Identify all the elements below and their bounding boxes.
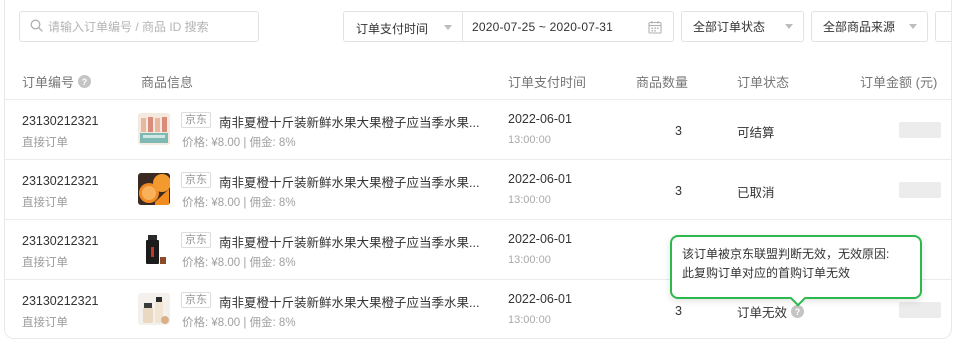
pay-date: 2022-06-01 — [508, 292, 572, 306]
pay-time: 13:00:00 — [508, 254, 551, 266]
date-type-select[interactable]: 订单支付时间 — [356, 20, 428, 37]
source-tag: 京东 — [181, 112, 211, 128]
divider — [462, 12, 463, 41]
product-name[interactable]: 南非夏橙十斤装新鲜水果大果橙子应当季水果... — [219, 172, 479, 191]
product-thumbnail[interactable] — [138, 173, 170, 205]
pay-time: 13:00:00 — [508, 194, 551, 206]
date-range-picker[interactable]: 2020-07-25 ~ 2020-07-31 — [472, 20, 613, 34]
header-amount: 订单金额 (元) — [860, 75, 938, 90]
table-row[interactable]: 23130212321 直接订单 京东 南非夏橙十斤装新鲜水果大果橙子应当季水果… — [5, 100, 951, 160]
pay-date: 2022-06-01 — [508, 112, 572, 126]
order-number[interactable]: 23130212321 — [22, 114, 98, 128]
order-status: 可结算 — [737, 122, 775, 141]
tooltip-line: 该订单被京东联盟判断无效，无效原因: — [682, 247, 890, 261]
order-status: 已取消 — [737, 182, 775, 201]
amount-placeholder — [899, 302, 941, 318]
order-status: 订单无效 ? — [737, 302, 805, 321]
header-quantity: 商品数量 — [636, 75, 689, 90]
search-box[interactable] — [19, 11, 259, 42]
tooltip-line: 此复购订单对应的首购订单无效 — [682, 266, 851, 280]
order-type: 直接订单 — [22, 137, 68, 149]
order-type: 直接订单 — [22, 257, 68, 269]
more-filter-select[interactable] — [935, 11, 951, 42]
order-status-label: 已取消 — [737, 186, 775, 200]
order-status-select[interactable]: 全部订单状态 — [681, 11, 804, 42]
question-icon[interactable]: ? — [78, 75, 92, 88]
quantity: 3 — [675, 124, 682, 138]
calendar-icon[interactable] — [648, 20, 662, 37]
header-order-no-label: 订单编号 — [22, 75, 75, 90]
date-filter: 订单支付时间 2020-07-25 ~ 2020-07-31 — [343, 11, 674, 42]
order-number[interactable]: 23130212321 — [22, 234, 98, 248]
chevron-down-icon — [785, 24, 793, 29]
product-thumbnail[interactable] — [138, 113, 170, 145]
pay-time: 13:00:00 — [508, 134, 551, 146]
header-product-info: 商品信息 — [141, 75, 194, 90]
filter-bar: 订单支付时间 2020-07-25 ~ 2020-07-31 全部订单状态 全部… — [5, 11, 951, 42]
header-status: 订单状态 — [737, 75, 790, 90]
search-icon — [30, 19, 43, 35]
product-name[interactable]: 南非夏橙十斤装新鲜水果大果橙子应当季水果... — [219, 112, 479, 131]
product-price-commission: 价格: ¥8.00 | 佣金: 8% — [182, 197, 296, 209]
source-tag: 京东 — [181, 232, 211, 248]
source-tag: 京东 — [181, 292, 211, 308]
order-status-label: 可结算 — [737, 126, 775, 140]
order-type: 直接订单 — [22, 317, 68, 329]
order-number[interactable]: 23130212321 — [22, 294, 98, 308]
invalid-reason-tooltip: 该订单被京东联盟判断无效，无效原因: 此复购订单对应的首购订单无效 — [670, 235, 922, 307]
order-number[interactable]: 23130212321 — [22, 174, 98, 188]
product-source-select[interactable]: 全部商品来源 — [811, 11, 928, 42]
order-status-label: 订单无效 — [737, 306, 788, 320]
search-input[interactable] — [48, 19, 248, 34]
header-order-no: 订单编号 ? — [22, 72, 92, 91]
product-source-select-label: 全部商品来源 — [823, 20, 896, 34]
product-price-commission: 价格: ¥8.00 | 佣金: 8% — [182, 257, 296, 269]
product-thumbnail[interactable] — [138, 293, 170, 325]
header-pay-time: 订单支付时间 — [508, 75, 587, 90]
pay-date: 2022-06-01 — [508, 172, 572, 186]
chevron-down-icon[interactable] — [444, 25, 452, 30]
product-name[interactable]: 南非夏橙十斤装新鲜水果大果橙子应当季水果... — [219, 292, 479, 311]
product-name[interactable]: 南非夏橙十斤装新鲜水果大果橙子应当季水果... — [219, 232, 479, 251]
chevron-down-icon — [909, 24, 917, 29]
order-type: 直接订单 — [22, 197, 68, 209]
order-status-select-label: 全部订单状态 — [693, 20, 766, 34]
quantity: 3 — [675, 184, 682, 198]
product-thumbnail[interactable] — [138, 233, 170, 265]
product-price-commission: 价格: ¥8.00 | 佣金: 8% — [182, 137, 296, 149]
product-price-commission: 价格: ¥8.00 | 佣金: 8% — [182, 317, 296, 329]
source-tag: 京东 — [181, 172, 211, 188]
table-header: 订单编号 ? 商品信息 订单支付时间 商品数量 订单状态 订单金额 (元) — [5, 62, 951, 100]
pay-time: 13:00:00 — [508, 314, 551, 326]
pay-date: 2022-06-01 — [508, 232, 572, 246]
quantity: 3 — [675, 304, 682, 318]
amount-placeholder — [899, 182, 941, 198]
amount-placeholder — [899, 122, 941, 138]
table-row[interactable]: 23130212321 直接订单 京东 南非夏橙十斤装新鲜水果大果橙子应当季水果… — [5, 160, 951, 220]
